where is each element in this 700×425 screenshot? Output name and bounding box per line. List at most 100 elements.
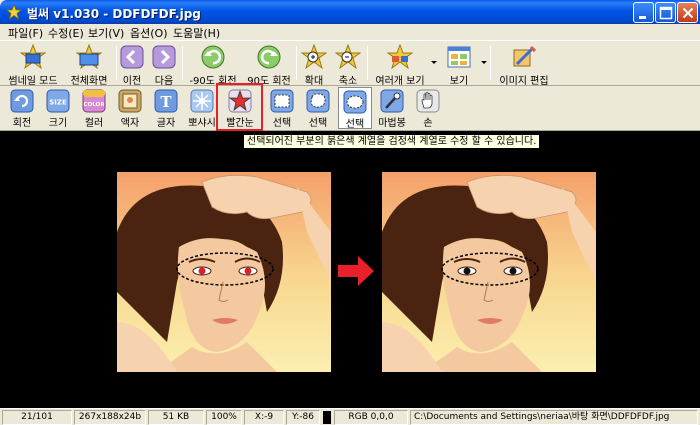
edit-toolbar: 회전 SIZE 크기 COLOR 컬러 액자 T 글자 뽀샤시 빨간눈 선택 선…: [0, 86, 700, 131]
text-tool-label: 글자: [156, 118, 176, 129]
thumbnail-icon: [20, 44, 46, 70]
svg-text:T: T: [160, 93, 172, 111]
text-tool-button[interactable]: T 글자: [150, 87, 182, 129]
color-tool-label: 컬러: [84, 118, 104, 129]
thumbnail-mode-button[interactable]: 썸네일 모드: [4, 42, 62, 87]
rotate-tool-button[interactable]: 회전: [6, 87, 38, 129]
previous-icon: [120, 45, 144, 69]
photo-after: [382, 172, 596, 372]
toolbar-separator: [367, 46, 368, 80]
status-dimensions: 267x188x24b: [74, 410, 146, 425]
select-rect-icon: [270, 89, 294, 113]
image-edit-button[interactable]: 이미지 편집: [494, 42, 554, 87]
menu-help[interactable]: 도움말(H): [173, 25, 220, 41]
status-index: 21/101: [2, 410, 72, 425]
svg-text:SIZE: SIZE: [49, 99, 67, 107]
zoom-in-icon: [301, 44, 327, 70]
status-filesize: 51 KB: [148, 410, 204, 425]
thumbnail-mode-label: 썸네일 모드: [8, 76, 58, 87]
toolbar-separator: [490, 46, 491, 80]
frame-icon: [118, 89, 142, 113]
menu-view[interactable]: 보기(V): [88, 25, 124, 41]
rotate-icon: [10, 89, 34, 113]
select-round-label: 선택: [308, 118, 328, 129]
toolbar-separator: [182, 46, 183, 80]
zoom-out-button[interactable]: 축소: [334, 42, 362, 87]
image-edit-label: 이미지 편집: [499, 76, 549, 87]
frame-tool-button[interactable]: 액자: [114, 87, 146, 129]
next-button[interactable]: 다음: [150, 42, 178, 87]
maximize-button[interactable]: [655, 2, 676, 23]
rotate-left-icon: [201, 45, 225, 69]
image-edit-icon: [513, 45, 537, 67]
multi-view-dropdown-icon[interactable]: [431, 61, 437, 64]
color-icon: COLOR: [82, 89, 106, 113]
status-path: C:\Documents and Settings\neriaa\바탕 화면\D…: [410, 410, 698, 425]
hand-tool-button[interactable]: 손: [412, 87, 444, 129]
main-toolbar: 썸네일 모드 전체화면 이전 다음 -90도 회전 90도 회전 확대 축소 여…: [0, 40, 700, 87]
zoom-in-label: 확대: [304, 76, 324, 87]
status-bar: 21/101 267x188x24b 51 KB 100% X:-9 Y:-86…: [0, 408, 700, 425]
select-ellipse-button[interactable]: 선택: [338, 87, 372, 130]
view-icon: [447, 46, 471, 68]
close-button[interactable]: [677, 2, 698, 23]
photo-before: [117, 172, 331, 372]
soften-tool-button[interactable]: 뽀샤시: [186, 87, 218, 129]
previous-button[interactable]: 이전: [118, 42, 146, 87]
tooltip: 선택되어진 부분의 붉은색 계열을 검정색 계열로 수정 할 수 있습니다.: [243, 134, 541, 149]
menu-file[interactable]: 파일(F): [8, 25, 43, 41]
text-icon: T: [154, 89, 178, 113]
multi-view-button[interactable]: 여러개 보기: [372, 42, 428, 87]
svg-text:COLOR: COLOR: [84, 102, 106, 108]
select-round-icon: [306, 89, 330, 113]
fullscreen-button[interactable]: 전체화면: [64, 42, 114, 87]
soften-icon: [190, 89, 214, 113]
hand-icon: [416, 89, 440, 113]
magic-wand-label: 마법봉: [378, 118, 406, 129]
menu-edit[interactable]: 수정(E): [48, 25, 84, 41]
status-zoom: 100%: [206, 410, 242, 425]
select-rect-button[interactable]: 선택: [266, 87, 298, 129]
title-bar: 벌써 v1.030 - DDFDFDF.jpg: [0, 0, 700, 24]
view-dropdown-icon[interactable]: [481, 61, 487, 64]
previous-label: 이전: [122, 76, 142, 87]
color-tool-button[interactable]: COLOR 컬러: [78, 87, 110, 129]
close-icon: [682, 7, 694, 19]
frame-tool-label: 액자: [120, 118, 140, 129]
multi-view-label: 여러개 보기: [375, 76, 425, 87]
select-ellipse-label: 선택: [345, 119, 365, 130]
status-y: Y:-86: [286, 410, 320, 425]
multi-view-icon: [387, 44, 413, 70]
status-rgb: RGB 0,0,0: [334, 410, 408, 425]
toolbar-separator: [116, 46, 117, 80]
rotate-right-icon: [257, 45, 281, 69]
fullscreen-label: 전체화면: [70, 76, 108, 87]
rotate-tool-label: 회전: [12, 118, 32, 129]
select-ellipse-icon: [343, 90, 367, 114]
toolbar-separator: [296, 46, 297, 80]
rotate-left-button[interactable]: -90도 회전: [186, 42, 240, 87]
select-rect-label: 선택: [272, 118, 292, 129]
zoom-out-icon: [335, 44, 361, 70]
minimize-icon: [639, 16, 646, 19]
rotate-right-button[interactable]: 90도 회전: [244, 42, 294, 87]
magic-wand-icon: [380, 89, 404, 113]
next-icon: [152, 45, 176, 69]
menu-options[interactable]: 옵션(O): [130, 25, 167, 41]
zoom-in-button[interactable]: 확대: [300, 42, 328, 87]
minimize-button[interactable]: [633, 2, 654, 23]
size-tool-button[interactable]: SIZE 크기: [42, 87, 74, 129]
maximize-icon: [659, 6, 673, 20]
hand-tool-label: 손: [423, 118, 433, 129]
status-color-swatch: [323, 411, 331, 424]
zoom-out-label: 축소: [338, 76, 358, 87]
menu-bar: 파일(F) 수정(E) 보기(V) 옵션(O) 도움말(H): [0, 24, 700, 40]
soften-tool-label: 뽀샤시: [188, 118, 216, 129]
view-button[interactable]: 보기: [440, 42, 478, 87]
next-label: 다음: [154, 76, 174, 87]
status-x: X:-9: [244, 410, 284, 425]
select-round-button[interactable]: 선택: [302, 87, 334, 129]
magic-wand-button[interactable]: 마법봉: [376, 87, 408, 129]
size-icon: SIZE: [46, 89, 70, 113]
size-tool-label: 크기: [48, 118, 68, 129]
